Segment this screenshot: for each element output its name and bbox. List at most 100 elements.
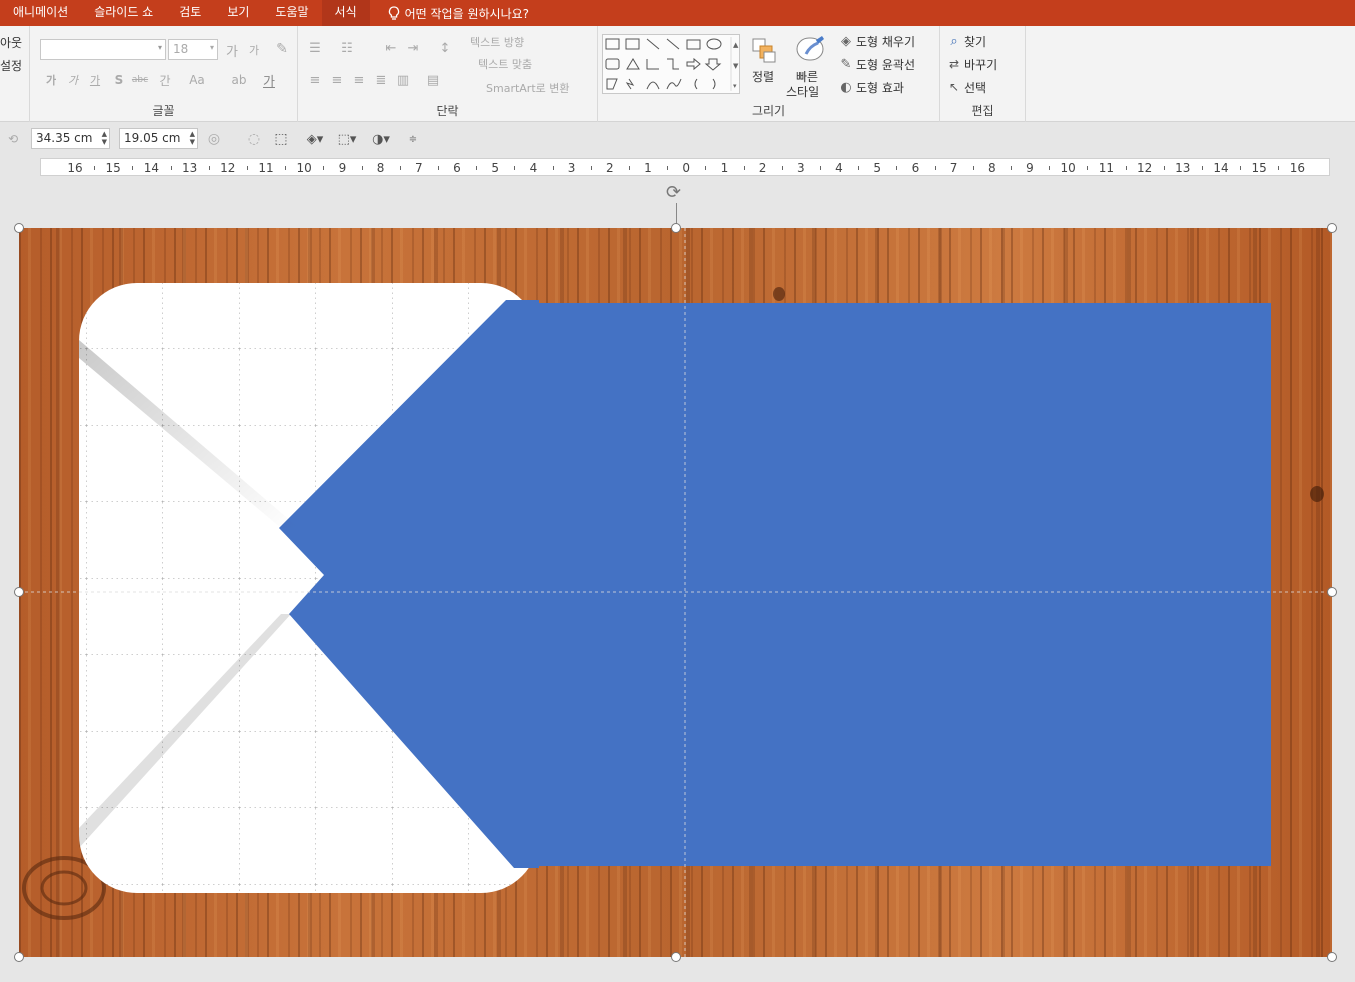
bullets-icon[interactable]: ☰ (306, 40, 324, 56)
quick-styles-icon (792, 34, 828, 66)
quick-styles-line2[interactable]: 스타일 (786, 83, 819, 100)
ruler-tick (705, 166, 707, 170)
ruler-tick (1010, 166, 1012, 170)
highlight-icon[interactable]: ab (230, 71, 248, 89)
replace-button[interactable]: 바꾸기 (964, 56, 997, 73)
ruler-label: 7 (414, 161, 423, 175)
resize-handle-tr[interactable] (1327, 223, 1337, 233)
columns-icon[interactable]: ▤ (424, 72, 442, 88)
justify-icon[interactable]: ≣ (372, 72, 390, 88)
height-spin-arrows[interactable]: ▲ ▼ (190, 130, 195, 146)
resize-handle-r[interactable] (1327, 587, 1337, 597)
find-button[interactable]: 찾기 (964, 33, 986, 50)
resize-handle-bl[interactable] (14, 952, 24, 962)
outline-dash-icon[interactable]: ⬚▾ (333, 130, 361, 148)
tab-help[interactable]: 도움말 (262, 0, 321, 26)
ruler-tick (94, 166, 96, 170)
resize-handle-t[interactable] (671, 223, 681, 233)
ruler-tick (437, 166, 439, 170)
line-spacing-icon[interactable]: ↕ (436, 40, 454, 56)
width-spin-arrows[interactable]: ▲ ▼ (102, 130, 107, 146)
ruler-tick (858, 166, 860, 170)
shape-fill-button[interactable]: 도형 채우기 (856, 33, 915, 50)
clear-format-icon[interactable]: ✎ (273, 40, 291, 58)
ruler-label: 2 (758, 161, 767, 175)
align-right-icon[interactable]: ≡ (350, 72, 368, 88)
ruler-tick (1163, 166, 1165, 170)
change-case-icon[interactable]: Aa (186, 72, 208, 88)
tab-review[interactable]: 검토 (166, 0, 214, 26)
merge-shapes-icon[interactable]: ◌ (245, 130, 263, 148)
ruler-label: 8 (987, 161, 996, 175)
shrink-font-icon[interactable]: 가 (246, 42, 262, 58)
shape-effects-button[interactable]: 도형 효과 (856, 79, 904, 96)
resize-handle-br[interactable] (1327, 952, 1337, 962)
align-center-icon[interactable]: ≡ (328, 72, 346, 88)
width-spinner[interactable]: 34.35 cm ▲ ▼ (31, 128, 110, 149)
ruler-tick (208, 166, 210, 170)
shadow-icon[interactable]: S (112, 72, 126, 88)
decrease-indent-icon[interactable]: ⇤ (382, 40, 400, 56)
ruler-label: 7 (949, 161, 958, 175)
arrange-button[interactable]: 정렬 (752, 68, 774, 85)
text-direction-button[interactable]: 텍스트 방향 (470, 34, 524, 50)
ruler-tick (972, 166, 974, 170)
height-spinner[interactable]: 19.05 cm ▲ ▼ (119, 128, 198, 149)
ruler-label: 9 (338, 161, 347, 175)
ruler-tick (170, 166, 172, 170)
ruler-label: 10 (296, 161, 312, 175)
layout-button[interactable]: 아웃 (0, 34, 22, 51)
resize-handle-l[interactable] (14, 587, 24, 597)
ruler-tick (399, 166, 401, 170)
fill-bucket-icon[interactable]: ◈▾ (303, 130, 327, 148)
edit-shape-icon[interactable]: ⬚ (272, 130, 290, 148)
find-icon: ⌕ (950, 33, 958, 49)
strikethrough-icon[interactable]: abc (130, 72, 150, 88)
shape-effects-icon: ◐ (840, 79, 852, 95)
ruler-label: 2 (605, 161, 614, 175)
svg-text:▼: ▼ (733, 62, 739, 70)
group-drawing: ▲ ▼ ▾ 정렬 빠른 스타일 ◈ 도형 채우기 ✎ 도형 윤곽선 ◐ 도형 효… (598, 26, 940, 122)
select-button[interactable]: 선택 (964, 79, 986, 96)
ruler-label: 15 (1251, 161, 1267, 175)
tab-slide-show[interactable]: 슬라이드 쇼 (81, 0, 166, 26)
grow-font-icon[interactable]: 가 (224, 42, 240, 60)
ruler-tick (1240, 166, 1242, 170)
shape-outline-button[interactable]: 도형 윤곽선 (856, 56, 915, 73)
resize-handle-tl[interactable] (14, 223, 24, 233)
font-color-icon[interactable]: 가 (260, 71, 278, 90)
ruler-label: 14 (1213, 161, 1229, 175)
convert-smartart-button[interactable]: SmartArt로 변환 (486, 80, 570, 96)
ruler-tick (781, 166, 783, 170)
ruler-tick (476, 166, 478, 170)
numbering-icon[interactable]: ☷ (338, 40, 356, 56)
shapes-gallery[interactable]: ▲ ▼ ▾ (602, 34, 740, 94)
height-value: 19.05 cm (124, 131, 181, 145)
increase-indent-icon[interactable]: ⇥ (404, 40, 422, 56)
svg-text:▾: ▾ (733, 82, 737, 90)
slide-canvas[interactable] (14, 223, 1337, 962)
tab-animations[interactable]: 애니메이션 (0, 0, 81, 26)
ruler-tick (552, 166, 554, 170)
font-size-box[interactable]: 18 ▾ (168, 39, 218, 60)
reset-button[interactable]: 설정 (0, 57, 22, 74)
shape-gallery-icon[interactable]: ◎ (205, 130, 223, 148)
italic-icon[interactable]: 가 (66, 72, 80, 88)
distribute-icon[interactable]: ▥ (394, 72, 412, 88)
resize-handle-b[interactable] (671, 952, 681, 962)
ruler-label: 13 (1175, 161, 1191, 175)
customize-toolbar-icon[interactable]: ≑ (406, 130, 420, 148)
rotate-small-icon[interactable]: ⟲ (4, 130, 22, 148)
ruler-tick (246, 166, 248, 170)
tab-format[interactable]: 서식 (321, 0, 370, 26)
bold-icon[interactable]: 가 (44, 72, 58, 88)
font-name-box[interactable]: ▾ (40, 39, 166, 60)
underline-icon[interactable]: 가 (88, 72, 102, 88)
rotate-icon[interactable]: ⟳ (666, 182, 681, 203)
align-left-icon[interactable]: ≡ (306, 72, 324, 88)
char-spacing-icon[interactable]: 간 (154, 72, 176, 88)
tell-me-box[interactable]: 어떤 작업을 원하시나요? (388, 5, 529, 22)
effects-small-icon[interactable]: ◑▾ (367, 130, 395, 148)
align-text-button[interactable]: 텍스트 맞춤 (478, 56, 532, 72)
tab-view[interactable]: 보기 (214, 0, 262, 26)
